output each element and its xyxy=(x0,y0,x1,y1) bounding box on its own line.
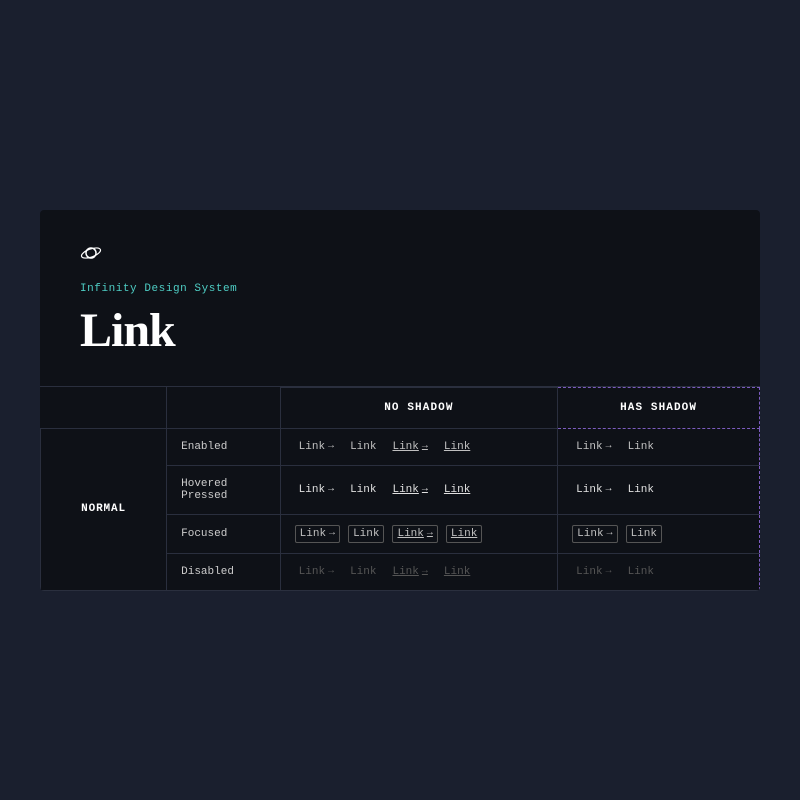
card: Infinity Design System Link NO SHADOW HA… xyxy=(40,210,760,591)
disabled-no-shadow-links: Link → Link Link → Link xyxy=(280,553,558,590)
focused-has-shadow-links: Link → Link xyxy=(558,514,760,553)
subtitle: Infinity Design System xyxy=(80,283,720,295)
link-hovered-underline[interactable]: Link xyxy=(440,482,474,498)
link-focused[interactable]: Link xyxy=(348,525,384,543)
link-enabled[interactable]: Link xyxy=(346,439,380,455)
enabled-state-label: Enabled xyxy=(167,428,281,465)
normal-label: NORMAL xyxy=(41,428,167,590)
shadow-link-focused-arrow[interactable]: Link → xyxy=(572,525,617,543)
focused-state-label: Focused xyxy=(167,514,281,553)
enabled-has-shadow-links: Link → Link xyxy=(558,428,760,465)
no-shadow-header: NO SHADOW xyxy=(280,387,558,428)
link-disabled-arrow: Link → xyxy=(295,564,338,580)
hovered-has-shadow-links: Link → Link xyxy=(558,465,760,514)
link-disabled: Link xyxy=(346,564,380,580)
disabled-state-label: Disabled xyxy=(167,553,281,590)
link-hovered-arrow[interactable]: Link → xyxy=(295,482,338,498)
link-focused-arrow[interactable]: Link → xyxy=(295,525,340,543)
shadow-link-hovered-arrow[interactable]: Link → xyxy=(572,482,615,498)
empty-header xyxy=(41,387,167,428)
link-enabled-underline[interactable]: Link xyxy=(440,439,474,455)
header: Infinity Design System Link xyxy=(40,210,760,387)
shadow-link-enabled[interactable]: Link xyxy=(624,439,658,455)
logo-icon xyxy=(80,242,720,271)
hovered-no-shadow-links: Link → Link Link → Link xyxy=(280,465,558,514)
link-focused-underline-arrow[interactable]: Link → xyxy=(392,525,437,543)
link-hovered-underline-arrow[interactable]: Link → xyxy=(388,482,431,498)
focused-no-shadow-links: Link → Link Link → Link xyxy=(280,514,558,553)
link-hovered[interactable]: Link xyxy=(346,482,380,498)
states-table: NO SHADOW HAS SHADOW NORMAL Enabled Link… xyxy=(40,387,760,591)
table-row: NORMAL Enabled Link → Link Link → Link xyxy=(41,428,760,465)
hovered-state-label: HoveredPressed xyxy=(167,465,281,514)
link-focused-underline[interactable]: Link xyxy=(446,525,482,543)
link-enabled-arrow[interactable]: Link → xyxy=(295,439,338,455)
empty-header-2 xyxy=(167,387,281,428)
has-shadow-header: HAS SHADOW xyxy=(558,387,760,428)
link-disabled-underline: Link xyxy=(440,564,474,580)
enabled-no-shadow-links: Link → Link Link → Link xyxy=(280,428,558,465)
shadow-link-disabled-arrow: Link → xyxy=(572,564,615,580)
link-enabled-underline-arrow[interactable]: Link → xyxy=(388,439,431,455)
page-title: Link xyxy=(80,303,720,358)
link-disabled-underline-arrow: Link → xyxy=(388,564,431,580)
table-wrapper: NO SHADOW HAS SHADOW NORMAL Enabled Link… xyxy=(40,387,760,591)
shadow-link-hovered[interactable]: Link xyxy=(624,482,658,498)
shadow-link-focused[interactable]: Link xyxy=(626,525,662,543)
shadow-link-disabled: Link xyxy=(624,564,658,580)
disabled-has-shadow-links: Link → Link xyxy=(558,553,760,590)
shadow-link-enabled-arrow[interactable]: Link → xyxy=(572,439,615,455)
